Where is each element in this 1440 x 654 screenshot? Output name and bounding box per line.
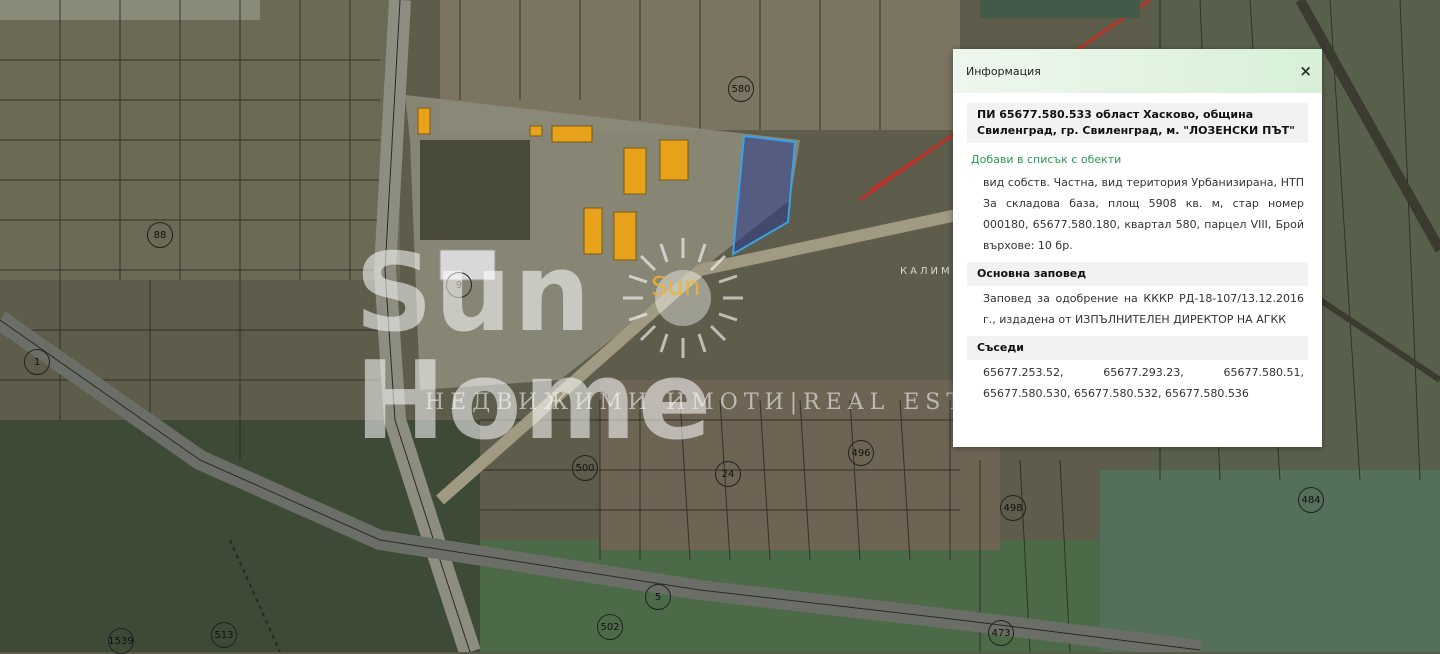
- neighbors-text: 65677.253.52, 65677.293.23, 65677.580.51…: [983, 366, 1304, 400]
- plot-label: 498: [1000, 495, 1026, 521]
- plot-label: 500: [572, 455, 598, 481]
- plot-label: 88: [147, 222, 173, 248]
- plot-label: 496: [848, 440, 874, 466]
- property-heading: ПИ 65677.580.533 област Хасково, община …: [967, 103, 1308, 143]
- plot-label: 513: [211, 622, 237, 648]
- plot-label: 580: [728, 76, 754, 102]
- plot-label: 1: [24, 349, 50, 375]
- plot-label: 473: [988, 620, 1014, 646]
- panel-title: Информация: [966, 64, 1041, 78]
- neighbors-heading: Съседи: [967, 336, 1308, 360]
- plot-label: 502: [597, 614, 623, 640]
- panel-header: Информация ×: [953, 49, 1322, 93]
- plot-label: 5: [645, 584, 671, 610]
- add-to-list-link[interactable]: Добави в списък с обекти: [967, 143, 1308, 170]
- street-label: КАЛИМ: [900, 266, 953, 277]
- plot-label: 9: [446, 272, 472, 298]
- plot-label: 24: [715, 461, 741, 487]
- order-heading: Основна заповед: [967, 262, 1308, 286]
- panel-body: ПИ 65677.580.533 област Хасково, община …: [953, 93, 1322, 410]
- property-details: вид собств. Частна, вид територия Урбани…: [983, 176, 1304, 252]
- order-text: Заповед за одобрение на КККР РД-18-107/1…: [983, 292, 1304, 326]
- plot-label: 484: [1298, 487, 1324, 513]
- info-panel: Информация × ПИ 65677.580.533 област Хас…: [953, 49, 1322, 447]
- close-icon[interactable]: ×: [1299, 62, 1312, 80]
- plot-label: 1539: [108, 628, 134, 654]
